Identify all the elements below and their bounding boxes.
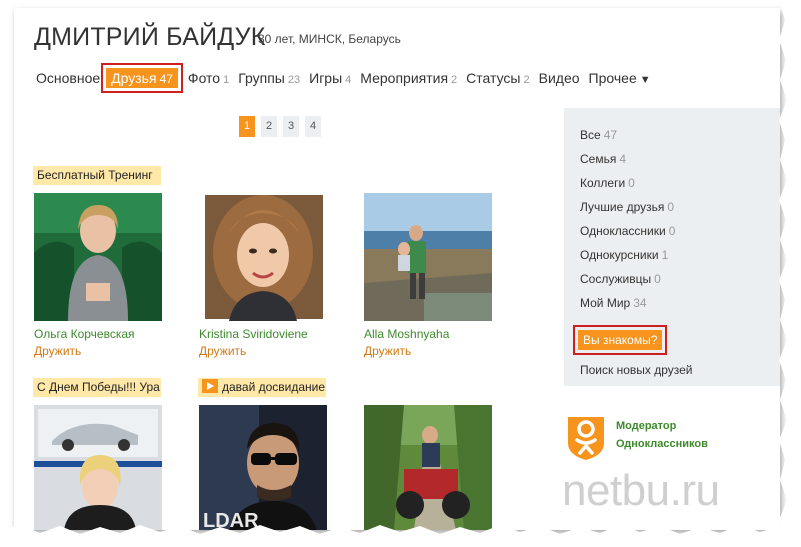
nav-tab-main[interactable]: Основное — [36, 70, 100, 86]
filter-label: Мой Мир — [580, 296, 631, 310]
friend-photo[interactable] — [364, 405, 492, 530]
nav-tab-count: 2 — [523, 74, 530, 86]
nav-tab-label: Группы — [238, 70, 285, 86]
nav-tab-count: 23 — [287, 74, 301, 86]
friend-name[interactable]: Kristina Sviridoviene — [199, 327, 308, 341]
filter-label: Лучшие друзья — [580, 200, 665, 214]
profile-name: ДМИТРИЙ БАЙДУК — [34, 23, 266, 51]
filter-label: Однокурсники — [580, 248, 659, 262]
moderator-line1: Модератор — [616, 420, 677, 432]
filter-count: 0 — [667, 200, 675, 214]
filter-my-world[interactable]: Мой Мир 34 — [580, 296, 647, 310]
friend-name[interactable]: Ольга Корчевская — [34, 327, 135, 341]
nav-tab-label: Статусы — [466, 70, 521, 86]
nav-tab-label: Друзья — [111, 70, 157, 86]
nav-tab-games[interactable]: Игры 4 — [309, 70, 351, 86]
nav-tab-video[interactable]: Видео — [539, 70, 580, 86]
moderator-text: Модератор Одноклассников — [616, 417, 708, 453]
odnoklassniki-icon — [568, 417, 604, 460]
filter-label: Семья — [580, 152, 617, 166]
filter-count: 0 — [654, 272, 661, 286]
filter-label: Одноклассники — [580, 224, 666, 238]
moderator-line2: Одноклассников — [616, 438, 708, 450]
nav-tab-label: Основное — [36, 70, 101, 86]
friend-name[interactable]: Alla Moshnyaha — [364, 327, 449, 341]
nav-tab-groups[interactable]: Группы 23 — [238, 70, 300, 86]
add-friend-link[interactable]: Дружить — [199, 344, 246, 358]
friend-photo[interactable] — [199, 193, 327, 321]
nav-tab-label: Фото — [187, 70, 221, 86]
page-button-1[interactable]: 1 — [239, 116, 255, 137]
page-button-3[interactable]: 3 — [283, 116, 299, 137]
filter-count: 47 — [603, 128, 618, 142]
filter-family[interactable]: Семья 4 — [580, 152, 626, 166]
filter-count: 34 — [633, 296, 647, 310]
filter-army-mates[interactable]: Сослуживцы 0 — [580, 272, 661, 286]
nav-tab-label: Видео — [538, 70, 580, 86]
filter-count: 1 — [661, 248, 669, 262]
find-new-friends-link[interactable]: Поиск новых друзей — [580, 363, 693, 377]
nav-tab-events[interactable]: Мероприятия 2 — [360, 70, 457, 86]
friend-status-text: давай досвидание — [222, 380, 326, 394]
torn-edge-right — [779, 0, 801, 547]
friend-photo[interactable] — [34, 405, 162, 530]
profile-meta: 30 лет, МИНСК, Беларусь — [258, 32, 401, 46]
nav-tab-count: 2 — [451, 74, 458, 86]
play-icon — [202, 379, 218, 393]
moderator-badge[interactable]: Модератор Одноклассников — [564, 413, 708, 461]
torn-edge-bottom — [0, 525, 801, 547]
page-button-2[interactable]: 2 — [261, 116, 277, 137]
nav-tab-count: 1 — [223, 74, 230, 86]
page-button-4[interactable]: 4 — [305, 116, 321, 137]
filter-count: 0 — [628, 176, 635, 190]
screenshot-frame: ДМИТРИЙ БАЙДУК 30 лет, МИНСК, Беларусь О… — [14, 8, 780, 530]
filter-colleagues[interactable]: Коллеги 0 — [580, 176, 635, 190]
nav-tab-count: 47 — [159, 72, 173, 86]
filter-coursemates[interactable]: Однокурсники 1 — [580, 248, 668, 262]
nav-tab-more[interactable]: Прочее ▼ — [589, 70, 651, 86]
friend-status-banner[interactable]: давай досвидание — [198, 378, 326, 397]
nav-tab-friends[interactable]: Друзья 47 — [101, 63, 183, 93]
nav-tab-photo[interactable]: Фото 1 — [188, 70, 229, 86]
nav-tab-label: Мероприятия — [360, 70, 449, 86]
friend-photo[interactable]: LDAR — [199, 405, 327, 530]
friend-photo[interactable] — [364, 193, 492, 321]
friend-photo[interactable] — [34, 193, 162, 321]
filter-best-friends[interactable]: Лучшие друзья 0 — [580, 200, 674, 214]
nav-tab-label: Прочее — [588, 70, 637, 86]
nav-tab-count: 4 — [345, 74, 352, 86]
add-friend-link[interactable]: Дружить — [364, 344, 411, 358]
friend-status-banner[interactable]: С Днем Победы!!! Ура — [33, 378, 161, 397]
filter-count: 4 — [619, 152, 627, 166]
friend-status-banner[interactable]: Бесплатный Тренинг — [33, 166, 161, 185]
filter-label: Сослуживцы — [580, 272, 652, 286]
nav-tab-label: Игры — [309, 70, 343, 86]
watermark: netbu.ru — [562, 466, 720, 515]
filter-label: Все — [580, 128, 601, 142]
add-friend-link[interactable]: Дружить — [34, 344, 81, 358]
chevron-down-icon: ▼ — [639, 74, 651, 86]
filter-count: 0 — [668, 224, 676, 238]
filter-classmates[interactable]: Одноклассники 0 — [580, 224, 675, 238]
nav-tab-statuses[interactable]: Статусы 2 — [466, 70, 529, 86]
do-you-know-button[interactable]: Вы знакомы? — [572, 325, 668, 355]
friends-filter-panel: Все 47 Семья 4 Коллеги 0 Лучшие друзья 0 Одн… — [564, 108, 780, 386]
filter-label: Коллеги — [580, 176, 626, 190]
pagination: 1 2 3 4 — [239, 116, 327, 137]
profile-nav: Основное Друзья 47 Фото 1 Группы 23 Игры 4 М… — [36, 63, 660, 93]
filter-all[interactable]: Все 47 — [580, 128, 617, 142]
